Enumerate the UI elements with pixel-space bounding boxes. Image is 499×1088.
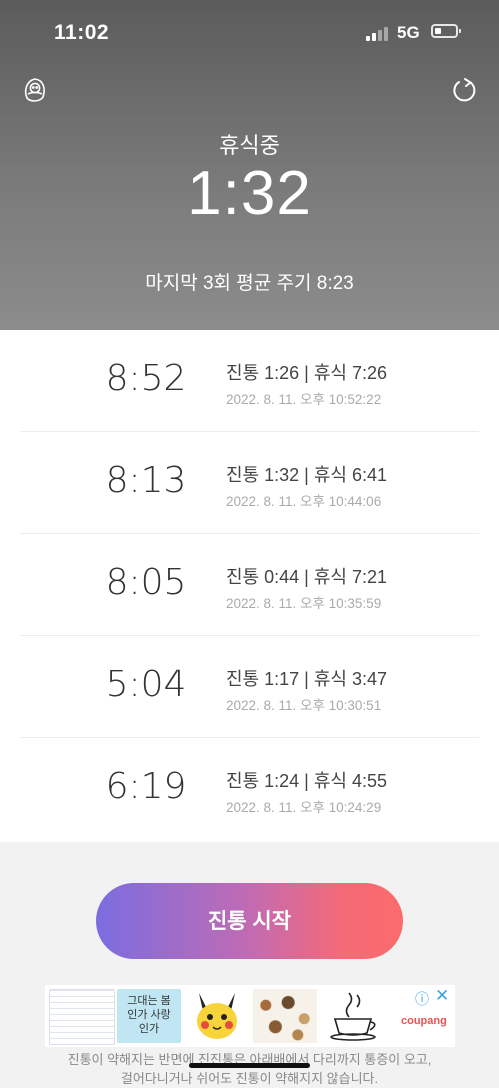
contraction-detail: 진통 1:26 | 휴식 7:26 (226, 363, 387, 383)
record-timestamp: 2022. 8. 11. 오후 10:44:06 (226, 494, 382, 509)
elapsed-timer: 1:32 (187, 159, 312, 228)
record-timestamp: 2022. 8. 11. 오후 10:30:51 (226, 698, 382, 713)
notice-text: 진통이 약해지는 반면에 진진통은 아래배에서 다리까지 통증이 오고, 걸어다… (0, 1050, 499, 1088)
record-timestamp: 2022. 8. 11. 오후 10:24:29 (226, 800, 382, 815)
cycle-time: 6:19 (105, 766, 187, 807)
ad-thumbnail-text: 그대는 봄인가 사랑인가 (127, 995, 171, 1035)
ad-thumbnail[interactable] (321, 989, 385, 1043)
signal-icon (366, 27, 390, 41)
contraction-detail: 진통 1:24 | 휴식 4:55 (226, 771, 387, 791)
list-item[interactable]: 8:05 진통 0:44 | 휴식 7:21 2022. 8. 11. 오후 1… (0, 534, 499, 636)
start-contraction-button[interactable]: 진통 시작 (96, 883, 403, 959)
battery-icon (431, 24, 461, 38)
refresh-icon[interactable] (451, 76, 479, 104)
status-time: 11:02 (54, 21, 110, 44)
header: 11:02 5G 휴식중 1:32 마지막 3회 평균 주기 8:23 (0, 0, 499, 330)
notice-line: 걸어다니거나 쉬어도 진통이 약해지지 않습니다. (120, 1071, 379, 1086)
cycle-time: 8:05 (105, 562, 187, 603)
rest-status-label: 휴식중 (219, 133, 280, 158)
contraction-list: 8:52 진통 1:26 | 휴식 7:26 2022. 8. 11. 오후 1… (0, 330, 499, 842)
cycle-time: 5:04 (105, 664, 187, 705)
list-item[interactable]: 8:13 진통 1:32 | 휴식 6:41 2022. 8. 11. 오후 1… (0, 432, 499, 534)
ad-thumbnail[interactable]: 그대는 봄인가 사랑인가 (117, 989, 181, 1043)
ad-thumbnail[interactable] (185, 989, 249, 1043)
ad-close-icon[interactable]: ✕ (435, 986, 449, 1006)
list-item[interactable]: 8:52 진통 1:26 | 휴식 7:26 2022. 8. 11. 오후 1… (0, 330, 499, 432)
contraction-detail: 진통 0:44 | 휴식 7:21 (226, 567, 387, 587)
record-timestamp: 2022. 8. 11. 오후 10:35:59 (226, 596, 382, 611)
ad-info-icon[interactable]: ⓘ (415, 989, 429, 1009)
ad-brand-label: coupang (401, 1015, 447, 1027)
home-indicator (189, 1063, 310, 1068)
average-cycle-text: 마지막 3회 평균 주기 8:23 (145, 273, 354, 294)
list-item[interactable]: 6:19 진통 1:24 | 휴식 4:55 2022. 8. 11. 오후 1… (0, 738, 499, 840)
contraction-detail: 진통 1:32 | 휴식 6:41 (226, 465, 387, 485)
contraction-detail: 진통 1:17 | 휴식 3:47 (226, 669, 387, 689)
ad-thumbnail[interactable] (253, 989, 317, 1043)
cycle-time: 8:13 (105, 460, 187, 501)
list-item[interactable]: 5:04 진통 1:17 | 휴식 3:47 2022. 8. 11. 오후 1… (0, 636, 499, 738)
ad-banner[interactable]: 그대는 봄인가 사랑인가 ⓘ ✕ coupang (45, 985, 455, 1047)
cycle-time: 8:52 (105, 358, 187, 399)
ad-thumbnail[interactable] (49, 989, 115, 1045)
network-label: 5G (397, 23, 420, 42)
record-timestamp: 2022. 8. 11. 오후 10:52:22 (226, 392, 382, 407)
baby-icon[interactable] (22, 76, 48, 104)
status-bar: 11:02 5G (0, 0, 499, 66)
